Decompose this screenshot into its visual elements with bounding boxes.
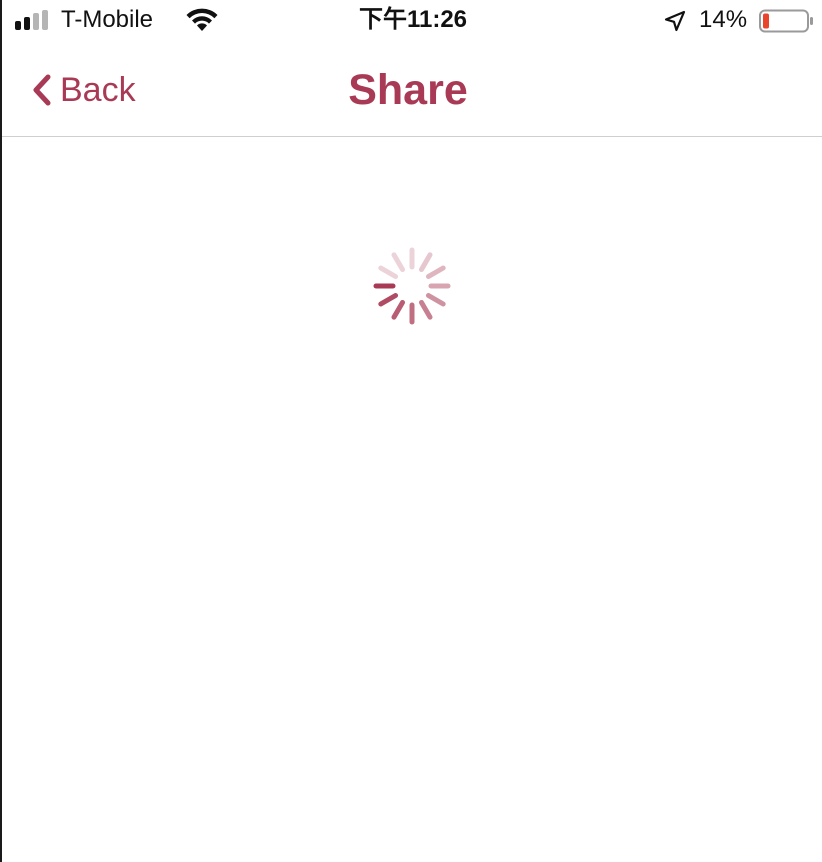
signal-icon bbox=[15, 10, 48, 30]
content-area bbox=[2, 138, 822, 862]
carrier-name: T-Mobile bbox=[61, 6, 154, 33]
spinner-spoke bbox=[425, 265, 446, 279]
battery-icon bbox=[759, 9, 813, 33]
activity-spinner-icon bbox=[373, 247, 451, 325]
battery-percentage: 14% bbox=[699, 6, 748, 33]
back-label: Back bbox=[60, 71, 136, 109]
spinner-spoke bbox=[425, 293, 446, 307]
status-time: 下午11:26 bbox=[358, 6, 468, 33]
page-title: Share bbox=[348, 66, 468, 114]
spinner-spoke bbox=[391, 299, 405, 320]
wifi-icon bbox=[186, 8, 218, 31]
spinner-spokes bbox=[373, 247, 451, 325]
spinner-spoke bbox=[419, 252, 433, 273]
status-bar: T-Mobile 下午11:26 14% bbox=[2, 0, 822, 42]
spinner-spoke bbox=[378, 293, 399, 307]
spinner-spoke bbox=[378, 265, 399, 279]
location-arrow-icon bbox=[664, 10, 686, 32]
navigation-bar: Back Share bbox=[2, 42, 822, 137]
share-screen: T-Mobile 下午11:26 14% Back Share bbox=[0, 0, 822, 862]
spinner-spoke bbox=[419, 299, 433, 320]
back-button[interactable]: Back bbox=[30, 68, 136, 112]
spinner-spoke bbox=[391, 252, 405, 273]
chevron-left-icon bbox=[33, 74, 51, 106]
battery-level-fill bbox=[763, 13, 769, 29]
